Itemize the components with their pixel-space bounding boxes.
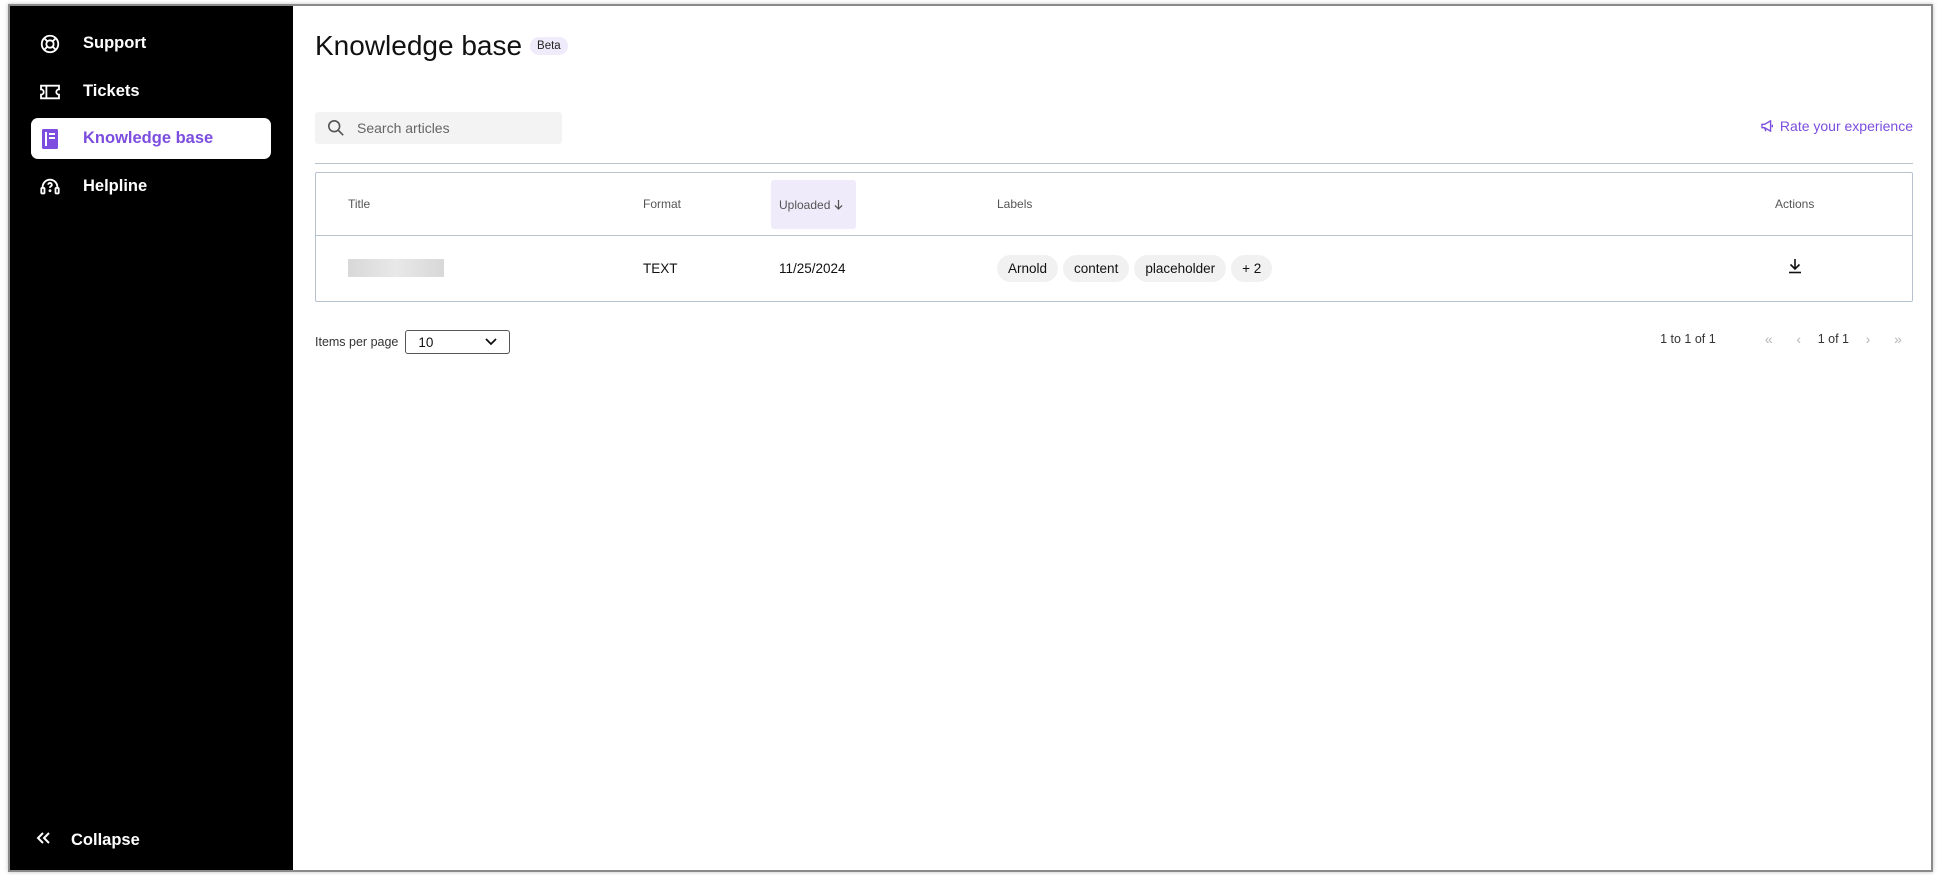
- page-title-text: Knowledge base: [315, 30, 523, 61]
- headset-icon: [35, 172, 65, 202]
- articles-table: Title Format Uploaded Labels Actions TEX…: [315, 172, 1913, 302]
- ticket-icon: [35, 77, 65, 107]
- prev-page-button[interactable]: ‹: [1784, 331, 1814, 347]
- main-content: Knowledge base Beta Rate your experience: [293, 6, 1931, 870]
- redacted-title: [348, 259, 444, 277]
- last-page-button[interactable]: »: [1883, 331, 1913, 347]
- more-labels-chip[interactable]: + 2: [1231, 254, 1273, 282]
- sidebar-item-support[interactable]: Support: [31, 23, 271, 64]
- sidebar-item-helpline[interactable]: Helpline: [31, 166, 271, 207]
- column-header-format[interactable]: Format: [643, 173, 681, 235]
- search-box: [315, 112, 562, 144]
- chevron-down-icon: [485, 338, 498, 346]
- sidebar-item-label: Support: [83, 34, 147, 52]
- collapse-label: Collapse: [71, 830, 140, 849]
- collapse-button[interactable]: Collapse: [35, 830, 140, 850]
- table-row[interactable]: TEXT 11/25/2024 Arnold content placehold…: [316, 236, 1912, 300]
- next-page-button[interactable]: ›: [1853, 331, 1883, 347]
- pagination: 1 to 1 of 1 « ‹ 1 of 1 › »: [1660, 331, 1913, 347]
- divider: [315, 163, 1913, 164]
- first-page-button[interactable]: «: [1754, 331, 1784, 347]
- beta-badge: Beta: [530, 37, 568, 55]
- arrow-down-icon: [834, 199, 843, 210]
- lifebuoy-icon: [35, 29, 65, 59]
- book-icon: [35, 124, 65, 154]
- label-chip[interactable]: content: [1063, 254, 1130, 282]
- items-per-page-label: Items per page: [315, 335, 399, 349]
- page-title: Knowledge base Beta: [315, 30, 568, 62]
- column-header-labels[interactable]: Labels: [997, 173, 1032, 235]
- label-chip[interactable]: Arnold: [997, 254, 1059, 282]
- sidebar-item-tickets[interactable]: Tickets: [31, 71, 271, 112]
- chevrons-left-icon: [35, 830, 55, 850]
- column-header-uploaded-label: Uploaded: [779, 197, 831, 212]
- sidebar-item-knowledge-base[interactable]: Knowledge base: [31, 118, 271, 159]
- items-per-page-select[interactable]: 10: [405, 330, 511, 354]
- items-per-page: Items per page 10: [315, 330, 511, 354]
- column-header-uploaded[interactable]: Uploaded: [771, 180, 856, 229]
- row-title[interactable]: [348, 236, 444, 300]
- app-window: Support Tickets Knowledge base Helpline …: [8, 4, 1933, 872]
- sidebar-item-label: Tickets: [83, 82, 140, 100]
- items-per-page-value: 10: [418, 334, 434, 350]
- row-labels: Arnold content placeholder + 2: [997, 236, 1277, 300]
- pagination-range: 1 to 1 of 1: [1660, 332, 1716, 346]
- download-button[interactable]: [1788, 258, 1802, 274]
- table-header: Title Format Uploaded Labels Actions: [316, 173, 1912, 236]
- column-header-title[interactable]: Title: [348, 173, 370, 235]
- row-uploaded: 11/25/2024: [779, 260, 846, 276]
- megaphone-icon: [1761, 120, 1775, 132]
- sidebar: Support Tickets Knowledge base Helpline …: [10, 6, 293, 870]
- search-icon: [327, 119, 347, 137]
- sidebar-item-label: Helpline: [83, 177, 148, 195]
- rate-experience-label: Rate your experience: [1779, 118, 1913, 134]
- sidebar-item-label: Knowledge base: [83, 129, 214, 147]
- download-icon: [1788, 258, 1802, 274]
- rate-experience-link[interactable]: Rate your experience: [1761, 118, 1913, 134]
- column-header-actions: Actions: [1775, 197, 1815, 211]
- row-format: TEXT: [643, 260, 678, 276]
- page-indicator: 1 of 1: [1817, 332, 1849, 346]
- search-input[interactable]: [357, 120, 547, 136]
- label-chip[interactable]: placeholder: [1134, 254, 1227, 282]
